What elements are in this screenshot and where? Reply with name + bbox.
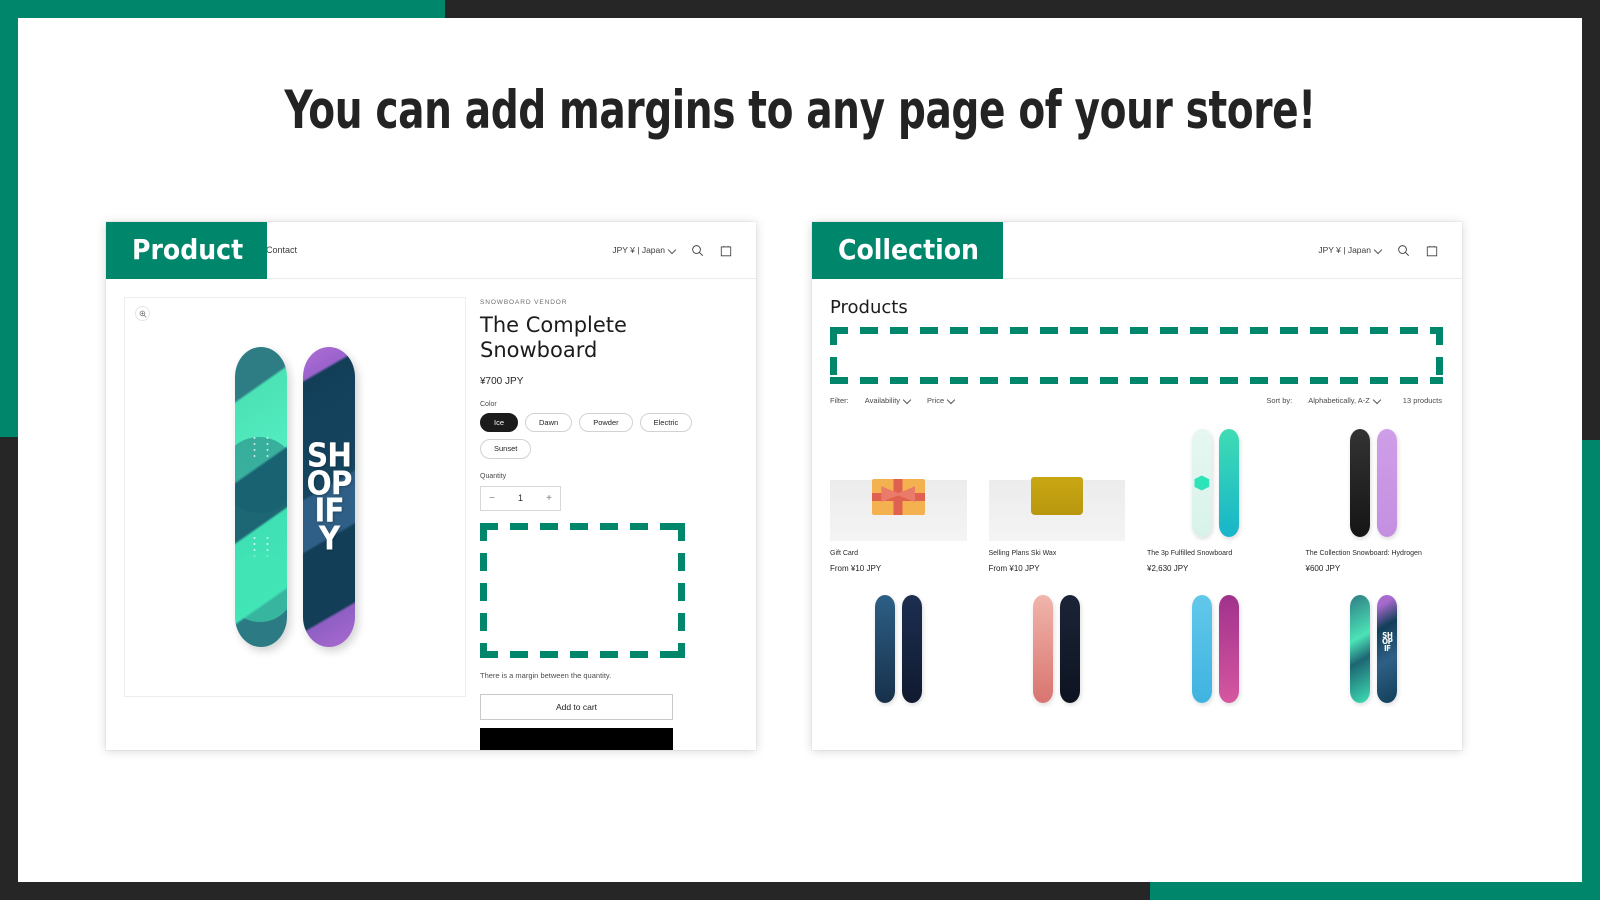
product-count: 13 products (1402, 396, 1442, 405)
buy-it-now-button[interactable] (480, 727, 673, 750)
margin-note: There is a margin between the quantity. (480, 670, 612, 680)
product-image-row2-4: SH OP IF (1306, 585, 1443, 707)
sort-value: Alphabetically, A-Z (1308, 396, 1370, 405)
product-price: ¥700 JPY (480, 375, 524, 387)
color-swatch-dawn[interactable]: Dawn (525, 412, 573, 433)
sort-select[interactable]: Alphabetically, A-Z (1308, 396, 1381, 405)
gift-card-graphic (871, 479, 925, 515)
chevron-down-icon (1374, 397, 1381, 404)
color-swatch-sunset[interactable]: Sunset (480, 439, 532, 459)
search-icon[interactable] (689, 242, 705, 258)
product-tile[interactable]: Selling Plans Ski Wax From ¥10 JPY (988, 419, 1125, 573)
filter-availability-label: Availability (864, 396, 901, 405)
margin-indicator-quantity (480, 522, 685, 658)
chevron-down-icon (904, 397, 911, 404)
filter-availability[interactable]: Availability (865, 396, 911, 405)
product-vendor: SNOWBOARD VENDOR (480, 299, 568, 306)
product-price: From ¥10 JPY (830, 564, 882, 573)
sort-label: Sort by: (1266, 396, 1293, 405)
frame-right-green (1582, 440, 1600, 900)
filter-sort-bar: Filter: Availability Price Sort by: Alph… (830, 396, 1442, 405)
chevron-down-icon (948, 397, 955, 404)
frame-left-dark (0, 437, 18, 900)
frame-bottom-dark (0, 882, 1150, 900)
product-price: ¥2,630 JPY (1147, 564, 1189, 573)
product-tile[interactable]: SH OP IF (1306, 585, 1443, 707)
snowboard-front-face (235, 347, 287, 647)
quantity-decrease-button[interactable]: − (489, 493, 495, 504)
chevron-down-icon (1375, 247, 1382, 254)
product-gallery[interactable]: SH OP IF Y (124, 297, 466, 697)
frame-right-dark (1582, 0, 1600, 440)
quantity-label: Quantity (480, 472, 507, 480)
product-name: The 3p Fulfilled Snowboard (1147, 550, 1233, 557)
header-utilities: JPY ¥ | Japan (612, 242, 734, 258)
ski-wax-graphic (1030, 477, 1083, 515)
collection-title: Products (830, 297, 908, 318)
product-title: The Complete Snowboard (480, 313, 627, 362)
product-image-row2-1 (830, 585, 967, 707)
product-card-badge: Product (106, 222, 268, 279)
filter-label: Filter: (830, 396, 849, 405)
product-tile[interactable]: Gift Card From ¥10 JPY (830, 419, 967, 573)
color-swatch-powder[interactable]: Powder (579, 412, 633, 433)
color-option-label: Color (480, 400, 497, 408)
filter-price-label: Price (927, 396, 945, 405)
currency-label: JPY ¥ | Japan (1318, 245, 1371, 255)
cart-icon[interactable] (1424, 242, 1440, 258)
zoom-in-icon[interactable] (135, 306, 150, 321)
product-name: The Collection Snowboard: Hydrogen (1305, 550, 1422, 557)
collection-page-card: Collection Contact JPY ¥ | Japan (812, 222, 1462, 750)
quantity-stepper[interactable]: − 1 + (480, 485, 561, 511)
product-image-gift-card (830, 419, 967, 541)
snowboard-back-face: SH OP IF Y (303, 347, 355, 647)
product-grid: Gift Card From ¥10 JPY Selling Plans Ski… (830, 419, 1442, 707)
frame-left-green (0, 0, 18, 437)
product-tile[interactable]: The Collection Snowboard: Hydrogen ¥600 … (1306, 419, 1443, 573)
product-main: SH OP IF Y SNOWBOARD VENDOR The Complete Sn… (106, 279, 756, 750)
color-swatch-group: Ice Dawn Powder Electric Sunset (480, 412, 710, 459)
product-name: Gift Card (830, 550, 859, 557)
frame-bottom-green (1150, 882, 1600, 900)
currency-label: JPY ¥ | Japan (612, 245, 665, 255)
cart-icon[interactable] (718, 242, 734, 258)
color-swatch-electric[interactable]: Electric (639, 412, 693, 433)
product-tile[interactable] (989, 585, 1126, 707)
product-image-row2-3 (1147, 585, 1284, 707)
search-icon[interactable] (1395, 242, 1411, 258)
product-image-row2-2 (989, 585, 1126, 707)
chevron-down-icon (669, 247, 676, 254)
product-page-card: Product Contact JPY ¥ | Japan SH OP IF Y… (106, 222, 756, 750)
product-price: ¥600 JPY (1305, 564, 1341, 573)
quantity-input[interactable]: 1 (518, 493, 523, 503)
nav-link-contact[interactable]: Contact (266, 245, 297, 255)
currency-selector[interactable]: JPY ¥ | Japan (612, 245, 676, 255)
currency-selector[interactable]: JPY ¥ | Japan (1318, 245, 1382, 255)
product-image-3p-snowboard (1147, 419, 1284, 541)
product-image-ski-wax (988, 419, 1125, 541)
frame-top-green (0, 0, 445, 18)
product-tile[interactable]: The 3p Fulfilled Snowboard ¥2,630 JPY (1147, 419, 1284, 573)
collection-main: Products Filter: Availability Price Sort… (812, 279, 1462, 707)
product-name: Selling Plans Ski Wax (988, 550, 1057, 557)
filter-price[interactable]: Price (927, 396, 955, 405)
frame-top-dark (445, 0, 1600, 18)
quantity-increase-button[interactable]: + (546, 493, 552, 504)
page-title: You can add margins to any page of your … (284, 80, 1316, 141)
product-image-hydrogen-snowboard (1306, 419, 1443, 541)
product-tile[interactable] (830, 585, 967, 707)
snowboard-brand-text: SH OP IF Y (306, 435, 353, 558)
color-swatch-ice[interactable]: Ice (480, 412, 519, 433)
margin-indicator-collection (830, 327, 1443, 384)
add-to-cart-button[interactable]: Add to cart (480, 693, 673, 720)
product-info: SNOWBOARD VENDOR The Complete Snowboard … (480, 297, 710, 750)
collection-card-badge: Collection (812, 222, 1003, 279)
product-price: From ¥10 JPY (988, 564, 1040, 573)
header-utilities: JPY ¥ | Japan (1318, 242, 1440, 258)
snowboard-pair-image: SH OP IF Y (235, 347, 355, 647)
product-tile[interactable] (1147, 585, 1284, 707)
page-canvas: You can add margins to any page of your … (18, 18, 1582, 882)
